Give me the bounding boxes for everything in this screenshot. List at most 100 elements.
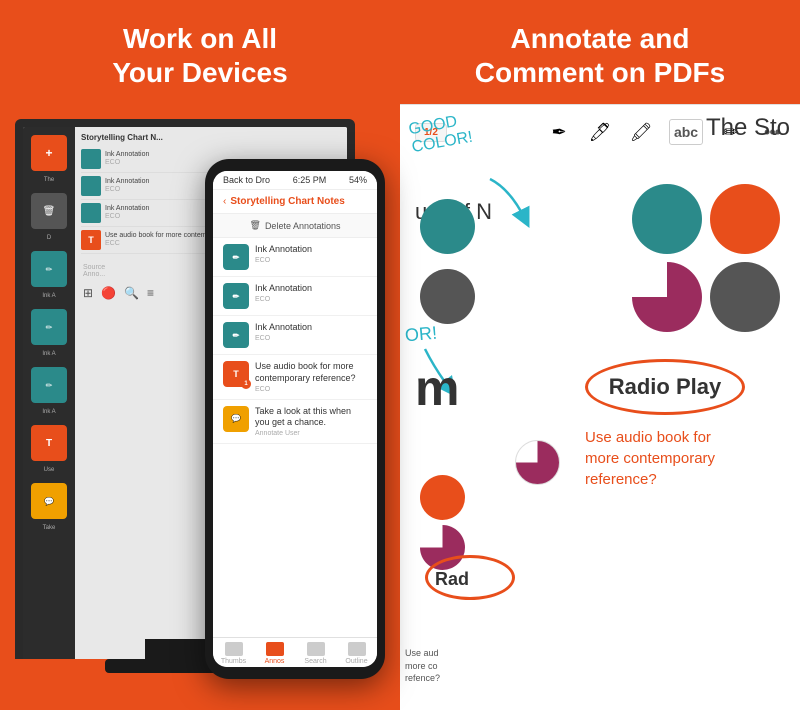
pdf-viewer: The Sto um of N GOODCOLOR! (400, 104, 800, 710)
tab-outline-label: Outline (345, 658, 367, 665)
list-item[interactable]: ✏ Ink Annotation ECO (213, 316, 377, 355)
circle-teal-1 (632, 184, 702, 254)
item-text-2: Ink Annotation ECO (255, 283, 367, 303)
right-heading: Annotate and Comment on PDFs (400, 0, 800, 104)
circle-purple-pie (632, 262, 702, 332)
sidebar-label-use: Use (44, 467, 55, 473)
item-sub-3: ECO (255, 335, 367, 342)
left-heading: Work on All Your Devices (82, 0, 317, 109)
desktop-row-text-1: Ink AnnotationECO (105, 151, 149, 168)
phone-back-label: Back to Dro (223, 175, 270, 185)
radio-play-area: Radio Play Use audio book formore contem… (585, 359, 785, 550)
sidebar-icon-text: T (31, 425, 67, 461)
sidebar-icon-comment: 💬 (31, 483, 67, 519)
sidebar-label-take: Take (43, 525, 56, 531)
sidebar-label-ink2: Ink A (42, 351, 55, 357)
annos-icon (266, 642, 284, 656)
pen-dark-btn[interactable]: 🖊 (587, 119, 613, 145)
item-sub-4: ECO (255, 386, 367, 393)
right-panel: Annotate and Comment on PDFs The Sto um … (400, 0, 800, 710)
pen-light-btn[interactable]: ✒ (546, 119, 572, 145)
desktop-row-icon-2 (81, 176, 101, 196)
audio-book-text: Use audio book formore contemporaryrefer… (585, 427, 785, 490)
teal-circle-left (420, 199, 475, 254)
sidebar-icon-ink1: ✏ (31, 251, 67, 287)
tab-outline[interactable]: Outline (336, 642, 377, 665)
item-sub-1: ECO (255, 257, 367, 264)
phone-mockup: Back to Dro 6:25 PM 54% ‹ Storytelling C… (205, 159, 385, 679)
dark-circle-left (420, 269, 475, 324)
pdf-m-letter: m (415, 359, 459, 417)
tab-thumbs-label: Thumbs (221, 658, 246, 665)
desktop-content-header: Storytelling Chart N... (81, 133, 341, 142)
list-item[interactable]: ✏ Ink Annotation ECO (213, 277, 377, 316)
tab-thumbs[interactable]: Thumbs (213, 642, 254, 665)
tab-annos-label: Annos (265, 658, 285, 665)
phone-time: 6:25 PM (293, 175, 327, 185)
phone-action-bar: 🗑 Delete Annotations (213, 214, 377, 238)
app-container: Work on All Your Devices + The 🗑 D (0, 0, 800, 710)
phone-battery: 54% (349, 175, 367, 185)
item-icon-text: T 1 (223, 361, 249, 387)
phone-back-button[interactable]: ‹ (223, 196, 226, 207)
phone-tab-bar: Thumbs Annos Search Outline (213, 637, 377, 667)
item-icon-ink2: ✏ (223, 283, 249, 309)
item-title-2: Ink Annotation (255, 283, 367, 295)
item-title-4: Use audio book for more contemporary ref… (255, 361, 367, 384)
list-item[interactable]: 💬 Take a look at this when you get a cha… (213, 400, 377, 444)
item-title-3: Ink Annotation (255, 322, 367, 334)
pen-light-icon: ✒ (546, 119, 572, 145)
circle-orange (710, 184, 780, 254)
badge-1: 1 (241, 379, 251, 389)
desktop-sidebar: + The 🗑 D ✏ Ink A ✏ (23, 127, 75, 659)
left-heading-line1: Work on All (123, 23, 277, 54)
highlighter-icon: 🖍 (628, 119, 654, 145)
radio-play-label: Radio Play (609, 374, 721, 399)
circle-dark (710, 262, 780, 332)
sidebar-icon-ink3: ✏ (31, 367, 67, 403)
left-panel: Work on All Your Devices + The 🗑 D (0, 0, 400, 710)
circles-grid (632, 184, 780, 332)
sidebar-label-d: D (47, 235, 51, 241)
desktop-row-icon-3 (81, 203, 101, 223)
sidebar-label-ink3: Ink A (42, 409, 55, 415)
item-title-5: Take a look at this when you get a chanc… (255, 406, 367, 429)
sidebar-label-the: The (44, 177, 54, 183)
desktop-row-icon-1 (81, 149, 101, 169)
sidebar-icon-ink2: ✏ (31, 309, 67, 345)
item-sub-5: Annotate User (255, 430, 367, 437)
desktop-row-icon-4: T (81, 230, 101, 250)
phone-annotations-list: ✏ Ink Annotation ECO ✏ (213, 238, 377, 637)
sidebar-label-ink1: Ink A (42, 293, 55, 299)
item-sub-2: ECO (255, 296, 367, 303)
phone-nav-bar: ‹ Storytelling Chart Notes (213, 190, 377, 214)
annotation-arrow-svg (480, 169, 540, 229)
radio-play-box: Radio Play (585, 359, 745, 415)
desktop-row-text-3: Ink AnnotationECO (105, 205, 149, 222)
item-text-1: Ink Annotation ECO (255, 244, 367, 264)
outline-icon (348, 642, 366, 656)
item-icon-ink1: ✏ (223, 244, 249, 270)
list-item[interactable]: T 1 Use audio book for more contemporary… (213, 355, 377, 399)
left-heading-line2: Your Devices (112, 57, 287, 88)
search-tab-icon (307, 642, 325, 656)
desktop-mockup: + The 🗑 D ✏ Ink A ✏ (15, 119, 385, 699)
sidebar-icon-add: + (31, 135, 67, 171)
use-aud-text: Use audmore corefence? (405, 647, 505, 685)
phone-screen: Back to Dro 6:25 PM 54% ‹ Storytelling C… (213, 171, 377, 667)
item-text-5: Take a look at this when you get a chanc… (255, 406, 367, 437)
tab-search[interactable]: Search (295, 642, 336, 665)
phone-status-bar: Back to Dro 6:25 PM 54% (213, 171, 377, 190)
delete-annotations-label[interactable]: Delete Annotations (265, 221, 341, 231)
list-item[interactable]: ✏ Ink Annotation ECO (213, 238, 377, 277)
right-heading-line1: Annotate and (511, 23, 690, 54)
sidebar-icon-delete: 🗑 (31, 193, 67, 229)
item-text-4: Use audio book for more contemporary ref… (255, 361, 367, 392)
text-btn[interactable]: abc (669, 119, 703, 145)
highlighter-btn[interactable]: 🖍 (628, 119, 654, 145)
thumbs-icon (225, 642, 243, 656)
phone-nav-title: Storytelling Chart Notes (230, 196, 367, 207)
text-icon: abc (669, 119, 703, 145)
tab-annos[interactable]: Annos (254, 642, 295, 665)
annotation-or: OR! (404, 323, 438, 347)
